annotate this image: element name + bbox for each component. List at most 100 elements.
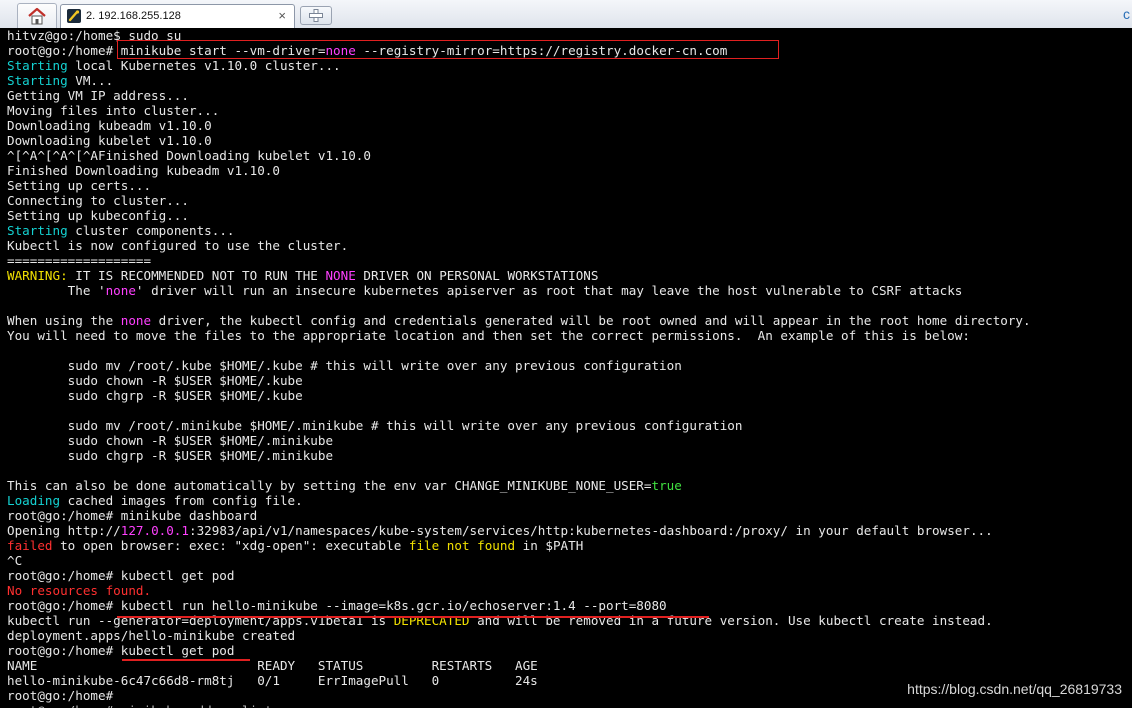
terminal-line: Moving files into cluster... bbox=[7, 103, 1031, 118]
terminal-text-segment: sudo chown -R $USER $HOME/.minikube bbox=[7, 433, 333, 448]
new-tab-button[interactable] bbox=[300, 6, 332, 25]
terminal-text-segment: sudo chgrp -R $USER $HOME/.minikube bbox=[7, 448, 333, 463]
terminal-line: Kubectl is now configured to use the clu… bbox=[7, 238, 1031, 253]
terminal-text-segment: Setting up kubeconfig... bbox=[7, 208, 189, 223]
terminal-text-segment: ^[^A^[^A^[^AFinished Downloading kubelet… bbox=[7, 148, 371, 163]
terminal-line: Starting cluster components... bbox=[7, 223, 1031, 238]
terminal-line bbox=[7, 343, 1031, 358]
terminal-text-segment: sudo chown -R $USER $HOME/.kube bbox=[7, 373, 303, 388]
terminal-text-segment: The ' bbox=[7, 283, 106, 298]
terminal-text-segment: driver, the kubectl config and credentia… bbox=[151, 313, 1031, 328]
terminal-text-segment: ' driver will run an insecure kubernetes… bbox=[136, 283, 962, 298]
terminal-text-segment: file bbox=[409, 538, 439, 553]
terminal-line: This can also be done automatically by s… bbox=[7, 478, 1031, 493]
terminal-line: You will need to move the files to the a… bbox=[7, 328, 1031, 343]
terminal-text-segment: Connecting to cluster... bbox=[7, 193, 189, 208]
terminal-text-segment: Starting bbox=[7, 223, 68, 238]
terminal-text-segment: in $PATH bbox=[515, 538, 583, 553]
terminal-line: No resources found. bbox=[7, 583, 1031, 598]
terminal-text-segment: VM... bbox=[68, 73, 114, 88]
terminal-line: The 'none' driver will run an insecure k… bbox=[7, 283, 1031, 298]
session-tab-title: 2. 192.168.255.128 bbox=[86, 10, 181, 22]
terminal-text-segment: DRIVER ON PERSONAL WORKSTATIONS bbox=[356, 268, 599, 283]
terminal-text-segment: none bbox=[106, 283, 136, 298]
terminal-line bbox=[7, 298, 1031, 313]
terminal-text-segment: hello-minikube-6c47c66d8-rm8tj 0/1 ErrIm… bbox=[7, 673, 538, 688]
terminal-text-segment: failed bbox=[7, 538, 53, 553]
terminal-text-segment: WARNING: bbox=[7, 268, 68, 283]
session-tab[interactable]: 2. 192.168.255.128 × bbox=[60, 4, 295, 28]
terminal-line: root@go:/home# kubectl get pod bbox=[7, 568, 1031, 583]
terminal-text-segment: Getting VM IP address... bbox=[7, 88, 189, 103]
terminal-text-segment: Finished Downloading kubeadm v1.10.0 bbox=[7, 163, 280, 178]
terminal-text-segment: IT IS RECOMMENDED NOT TO RUN THE bbox=[68, 268, 326, 283]
terminal-line: Downloading kubelet v1.10.0 bbox=[7, 133, 1031, 148]
window-edge-glyph: ᴄ bbox=[1123, 6, 1130, 22]
terminal-text-segment: Kubectl is now configured to use the clu… bbox=[7, 238, 348, 253]
terminal-text-segment: :32983/api/v1/namespaces/kube-system/ser… bbox=[189, 523, 993, 538]
terminal-line: When using the none driver, the kubectl … bbox=[7, 313, 1031, 328]
tab-bar: 2. 192.168.255.128 × ᴄ bbox=[0, 0, 1132, 29]
terminal-text-segment: root@go:/home# kubectl run hello-minikub… bbox=[7, 598, 667, 613]
terminal-line: root@go:/home# kubectl get pod bbox=[7, 643, 1031, 658]
terminal-text-segment: sudo chgrp -R $USER $HOME/.kube bbox=[7, 388, 303, 403]
terminal-text-segment: This can also be done automatically by s… bbox=[7, 478, 651, 493]
terminal-line: Starting VM... bbox=[7, 73, 1031, 88]
terminal-output[interactable]: hitvz@go:/home$ sudo suroot@go:/home# mi… bbox=[0, 28, 1132, 708]
new-tab-icon bbox=[309, 9, 323, 22]
terminal-line: Getting VM IP address... bbox=[7, 88, 1031, 103]
terminal-text-segment: root@go:/home# minikube addons list bbox=[7, 703, 272, 708]
terminal-line: Setting up kubeconfig... bbox=[7, 208, 1031, 223]
terminal-session-icon bbox=[67, 9, 81, 23]
underline-kubectl-get-pod bbox=[122, 659, 250, 661]
watermark: https://blog.csdn.net/qq_26819733 bbox=[907, 681, 1122, 697]
terminal-text-segment: When using the bbox=[7, 313, 121, 328]
terminal-line: sudo mv /root/.minikube $HOME/.minikube … bbox=[7, 418, 1031, 433]
terminal-line: hello-minikube-6c47c66d8-rm8tj 0/1 ErrIm… bbox=[7, 673, 1031, 688]
terminal-text-segment: NAME READY STATUS RESTARTS AGE bbox=[7, 658, 538, 673]
terminal-line: Starting local Kubernetes v1.10.0 cluste… bbox=[7, 58, 1031, 73]
terminal-line: sudo chown -R $USER $HOME/.kube bbox=[7, 373, 1031, 388]
terminal-line: Connecting to cluster... bbox=[7, 193, 1031, 208]
terminal-text-segment: Downloading kubelet v1.10.0 bbox=[7, 133, 212, 148]
terminal-line: sudo chown -R $USER $HOME/.minikube bbox=[7, 433, 1031, 448]
terminal-text-segment: Starting bbox=[7, 73, 68, 88]
terminal-line: root@go:/home# minikube dashboard bbox=[7, 508, 1031, 523]
terminal-line: Finished Downloading kubeadm v1.10.0 bbox=[7, 163, 1031, 178]
home-tab[interactable] bbox=[17, 3, 57, 28]
terminal-text-segment: Loading bbox=[7, 493, 60, 508]
terminal-text-segment: sudo mv /root/.minikube $HOME/.minikube … bbox=[7, 418, 742, 433]
terminal-text-segment: root@go:/home# kubectl get pod bbox=[7, 643, 234, 658]
terminal-text-segment bbox=[439, 538, 447, 553]
terminal-text-segment: Setting up certs... bbox=[7, 178, 151, 193]
terminal-text-segment: true bbox=[651, 478, 681, 493]
highlight-box-minikube-start bbox=[117, 40, 779, 59]
home-icon bbox=[27, 7, 47, 25]
terminal-text-segment: Starting bbox=[7, 58, 68, 73]
terminal-text-segment: Downloading kubeadm v1.10.0 bbox=[7, 118, 212, 133]
terminal-line: root@go:/home# kubectl run hello-minikub… bbox=[7, 598, 1031, 613]
terminal-line: deployment.apps/hello-minikube created bbox=[7, 628, 1031, 643]
terminal-text-segment: to open browser: exec: "xdg-open": execu… bbox=[53, 538, 409, 553]
close-tab-icon[interactable]: × bbox=[278, 9, 286, 22]
terminal-line: sudo chgrp -R $USER $HOME/.minikube bbox=[7, 448, 1031, 463]
terminal-text-segment: root@go:/home# bbox=[7, 688, 113, 703]
terminal-line: Loading cached images from config file. bbox=[7, 493, 1031, 508]
terminal-line: failed to open browser: exec: "xdg-open"… bbox=[7, 538, 1031, 553]
underline-kubectl-run bbox=[117, 616, 709, 618]
terminal-line: =================== bbox=[7, 253, 1031, 268]
terminal-text-segment: NONE bbox=[325, 268, 355, 283]
terminal-text-segment: sudo mv /root/.kube $HOME/.kube # this w… bbox=[7, 358, 682, 373]
terminal-text-segment: root@go:/home# minikube dashboard bbox=[7, 508, 257, 523]
terminal-line: sudo chgrp -R $USER $HOME/.kube bbox=[7, 388, 1031, 403]
terminal-text-segment: deployment.apps/hello-minikube created bbox=[7, 628, 295, 643]
terminal-line bbox=[7, 403, 1031, 418]
terminal-line: Opening http://127.0.0.1:32983/api/v1/na… bbox=[7, 523, 1031, 538]
terminal-line: ^[^A^[^A^[^AFinished Downloading kubelet… bbox=[7, 148, 1031, 163]
terminal-text-segment: root@go:/home# kubectl get pod bbox=[7, 568, 234, 583]
terminal-line: ^C bbox=[7, 553, 1031, 568]
terminal-line: WARNING: IT IS RECOMMENDED NOT TO RUN TH… bbox=[7, 268, 1031, 283]
terminal-text-segment: ^C bbox=[7, 553, 22, 568]
terminal-text-segment: none bbox=[121, 313, 151, 328]
terminal-text-segment: You will need to move the files to the a… bbox=[7, 328, 970, 343]
